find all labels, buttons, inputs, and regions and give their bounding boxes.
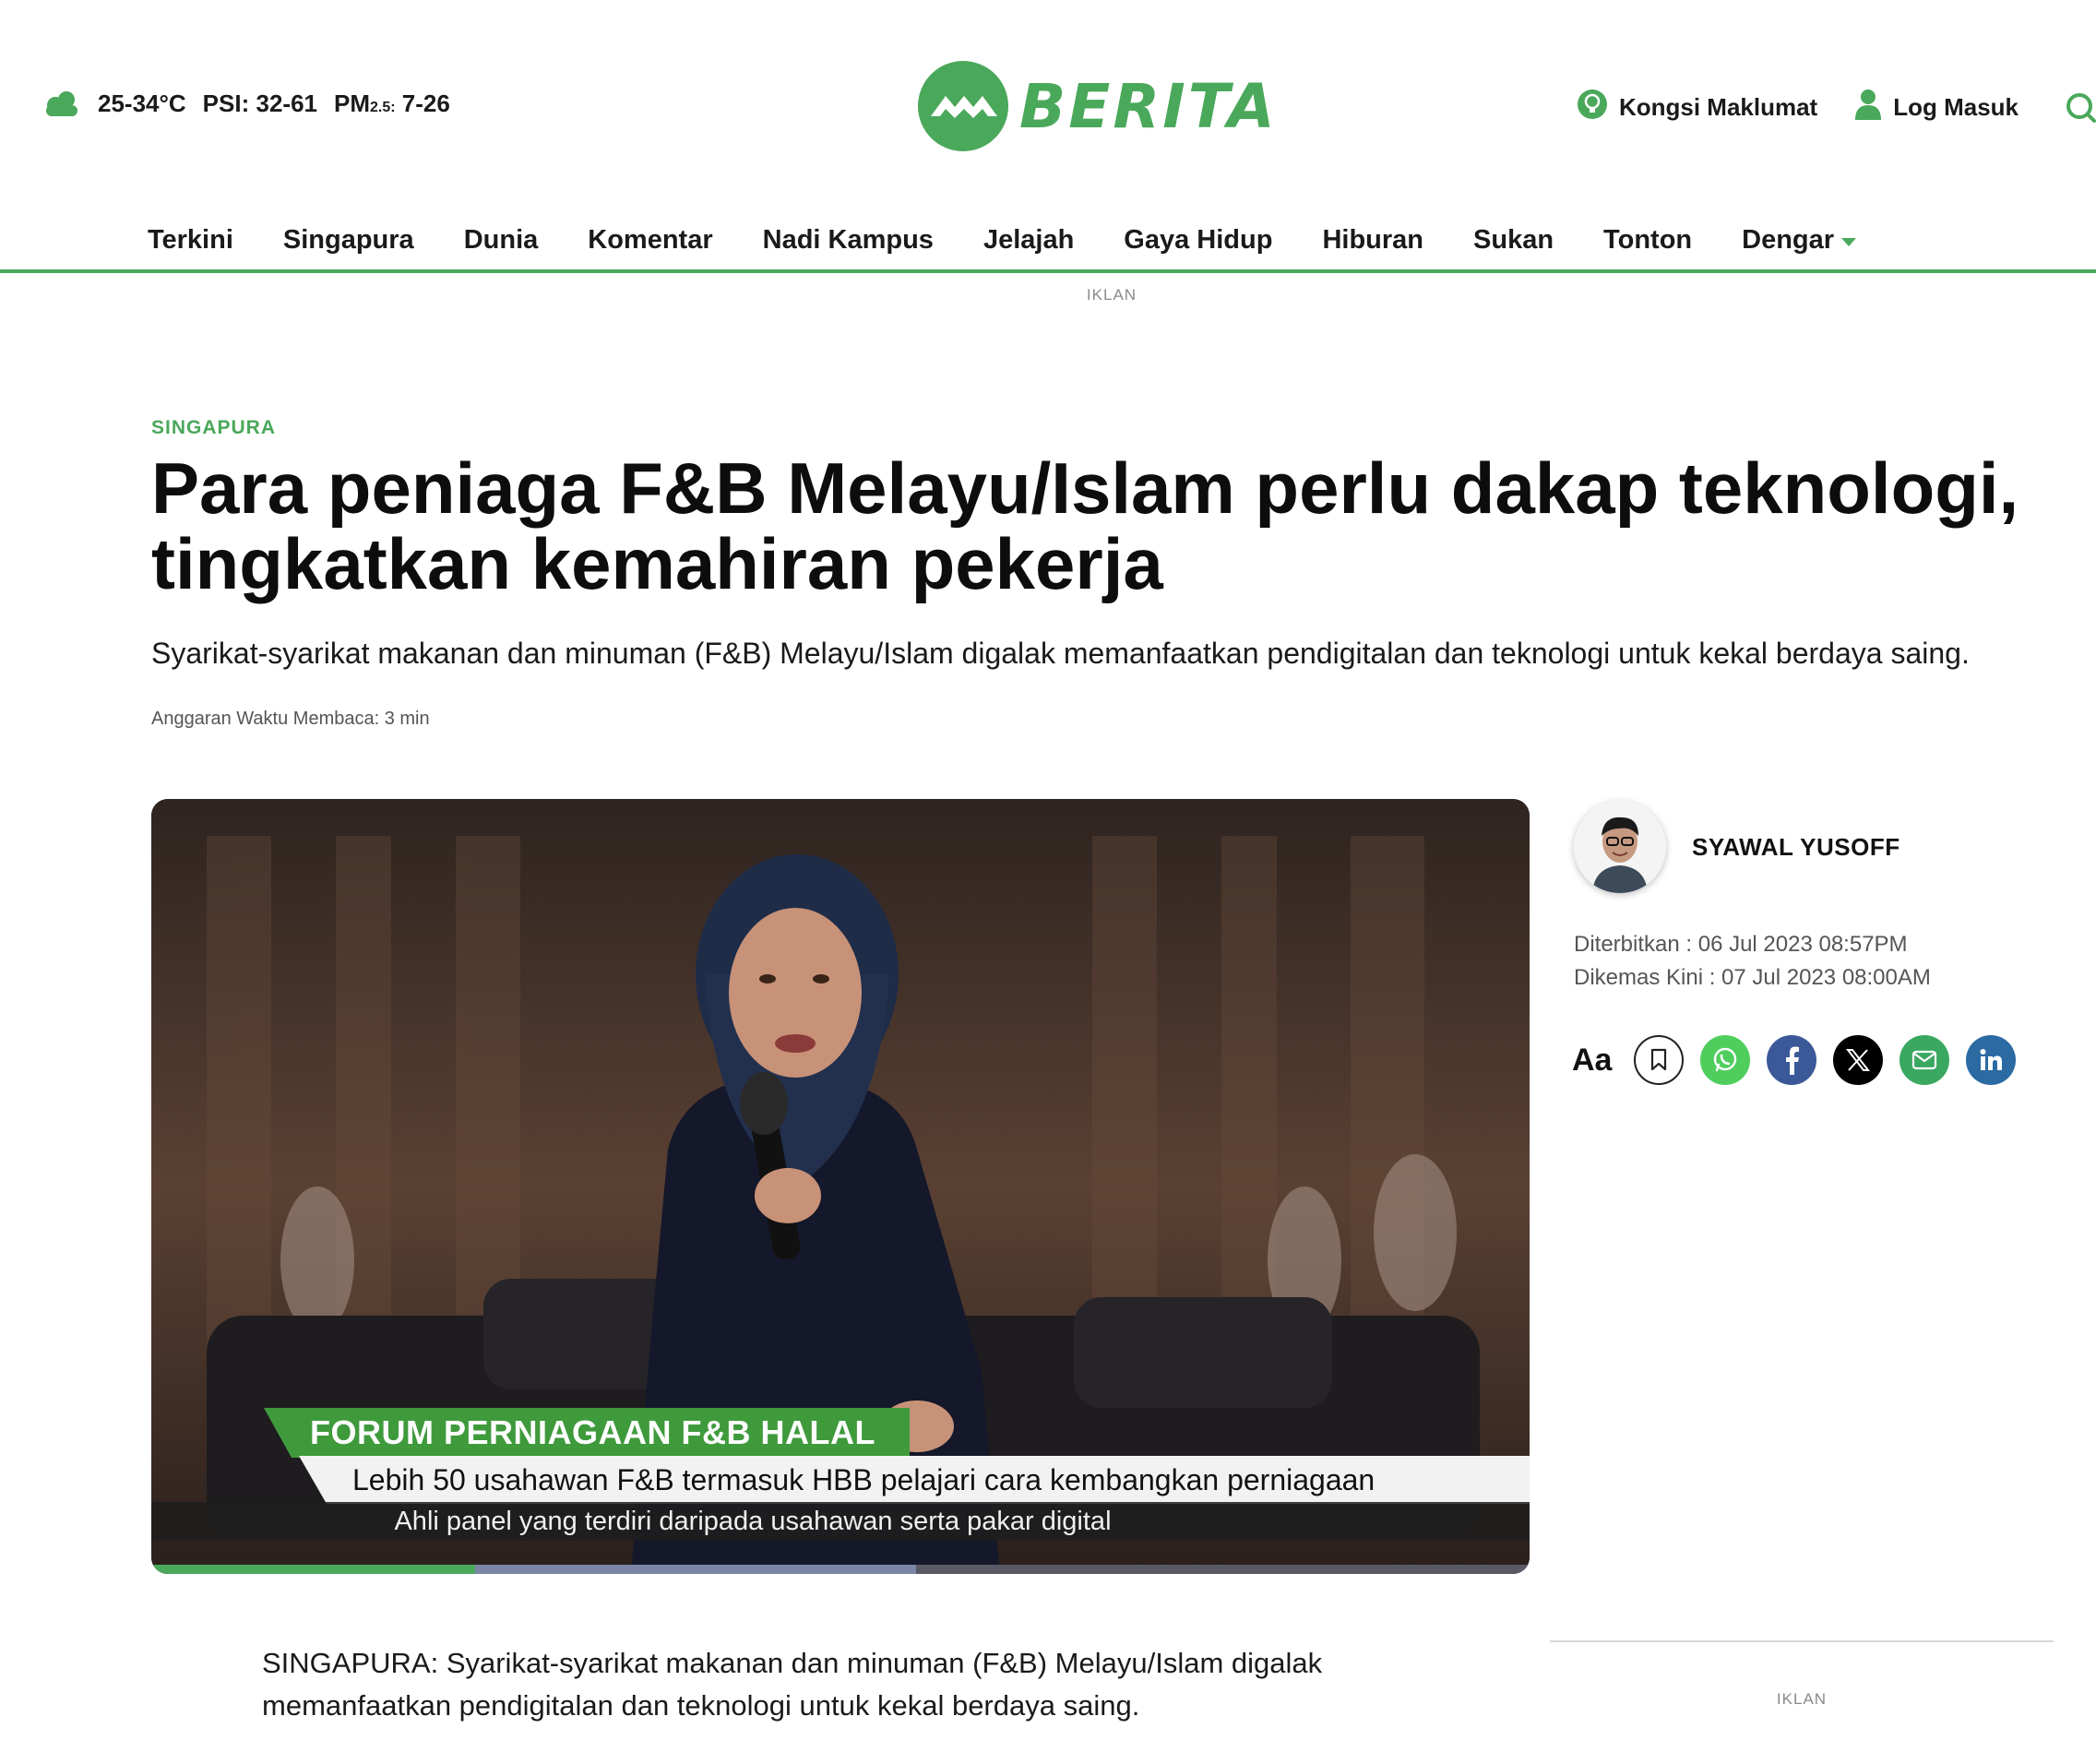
nav-item-jelajah[interactable]: Jelajah	[983, 210, 1074, 269]
logo-badge-icon	[918, 61, 1008, 151]
main-nav: Terkini Singapura Dunia Komentar Nadi Ka…	[0, 210, 2096, 269]
share-info-link[interactable]: Kongsi Maklumat	[1577, 89, 1817, 126]
nav-item-nadi-kampus[interactable]: Nadi Kampus	[763, 210, 934, 269]
facebook-icon[interactable]	[1767, 1035, 1817, 1085]
nav-item-dengar[interactable]: Dengar	[1742, 210, 1857, 269]
email-icon[interactable]	[1900, 1035, 1950, 1085]
article-dates: Diterbitkan : 06 Jul 2023 08:57PM Dikema…	[1574, 928, 1931, 995]
psi-reading: PSI: 32-61	[202, 89, 317, 117]
font-size-button[interactable]: Aa	[1572, 1043, 1612, 1079]
temperature-range: 25-34°C	[98, 89, 186, 117]
site-header: 25-34°C PSI: 32-61 PM2.5: 7-26 BERITA Ko…	[0, 0, 2096, 185]
nav-item-dunia[interactable]: Dunia	[464, 210, 539, 269]
lower-third-overlay: FORUM PERNIAGAAN F&B HALAL Lebih 50 usah…	[151, 799, 1530, 1574]
video-progress-played	[151, 1565, 476, 1574]
nav-item-terkini[interactable]: Terkini	[148, 210, 233, 269]
lightbulb-icon	[1577, 89, 1608, 126]
updated-date: Dikemas Kini : 07 Jul 2023 08:00AM	[1574, 965, 1931, 990]
user-icon	[1854, 89, 1882, 126]
nav-item-sukan[interactable]: Sukan	[1473, 210, 1554, 269]
login-link[interactable]: Log Masuk	[1854, 89, 2019, 126]
cloud-icon	[42, 89, 81, 118]
logo-wordmark: BERITA	[1019, 70, 1278, 142]
article-headline: Para peniaga F&B Melayu/Islam perlu daka…	[151, 447, 2019, 604]
author-avatar[interactable]	[1574, 801, 1666, 893]
nav-divider	[0, 269, 2096, 273]
video-player[interactable]: FORUM PERNIAGAAN F&B HALAL Lebih 50 usah…	[151, 799, 1530, 1574]
published-date: Diterbitkan : 06 Jul 2023 08:57PM	[1574, 932, 1908, 957]
linkedin-icon[interactable]	[1966, 1035, 2017, 1085]
section-label[interactable]: SINGAPURA	[151, 417, 276, 439]
author-block[interactable]: SYAWAL YUSOFF	[1574, 801, 1900, 893]
share-toolbar: Aa	[1572, 1035, 2017, 1085]
video-progress-buffered	[475, 1565, 917, 1574]
login-label: Log Masuk	[1893, 93, 2019, 121]
nav-item-hiburan[interactable]: Hiburan	[1322, 210, 1423, 269]
lower-third-title: FORUM PERNIAGAAN F&B HALAL	[264, 1408, 910, 1458]
nav-item-tonton[interactable]: Tonton	[1603, 210, 1692, 269]
reading-time: Anggaran Waktu Membaca: 3 min	[151, 709, 430, 729]
video-caption: Ahli panel yang terdiri daripada usahawa…	[151, 1502, 1530, 1541]
ad-label-top: IKLAN	[1086, 286, 1137, 304]
weather-widget: 25-34°C PSI: 32-61 PM2.5: 7-26	[42, 89, 450, 118]
search-icon[interactable]	[2055, 89, 2096, 126]
x-icon[interactable]	[1833, 1035, 1884, 1085]
berita-logo[interactable]: BERITA	[918, 61, 1278, 151]
nav-item-komentar[interactable]: Komentar	[588, 210, 712, 269]
ad-label-side: IKLAN	[1776, 1690, 1828, 1708]
share-info-label: Kongsi Maklumat	[1618, 93, 1818, 121]
author-name[interactable]: SYAWAL YUSOFF	[1692, 833, 1900, 862]
lower-third-subtitle: Lebih 50 usahawan F&B termasuk HBB pelaj…	[299, 1456, 1530, 1504]
nav-item-singapura[interactable]: Singapura	[283, 210, 414, 269]
article-standfirst: Syarikat-syarikat makanan dan minuman (F…	[151, 637, 1970, 670]
whatsapp-icon[interactable]	[1700, 1035, 1751, 1085]
video-progress-bar[interactable]	[151, 1565, 1530, 1574]
sidebar-divider	[1550, 1640, 2054, 1642]
article-lead-paragraph: SINGAPURA: Syarikat-syarikat makanan dan…	[262, 1647, 1323, 1722]
pm25-reading: PM2.5: 7-26	[333, 89, 450, 117]
chevron-down-icon	[1841, 237, 1857, 246]
bookmark-icon[interactable]	[1634, 1035, 1685, 1085]
header-actions: Kongsi Maklumat Log Masuk	[1577, 89, 2096, 126]
nav-item-dengar-label: Dengar	[1742, 224, 1835, 255]
nav-item-gaya-hidup[interactable]: Gaya Hidup	[1124, 210, 1272, 269]
